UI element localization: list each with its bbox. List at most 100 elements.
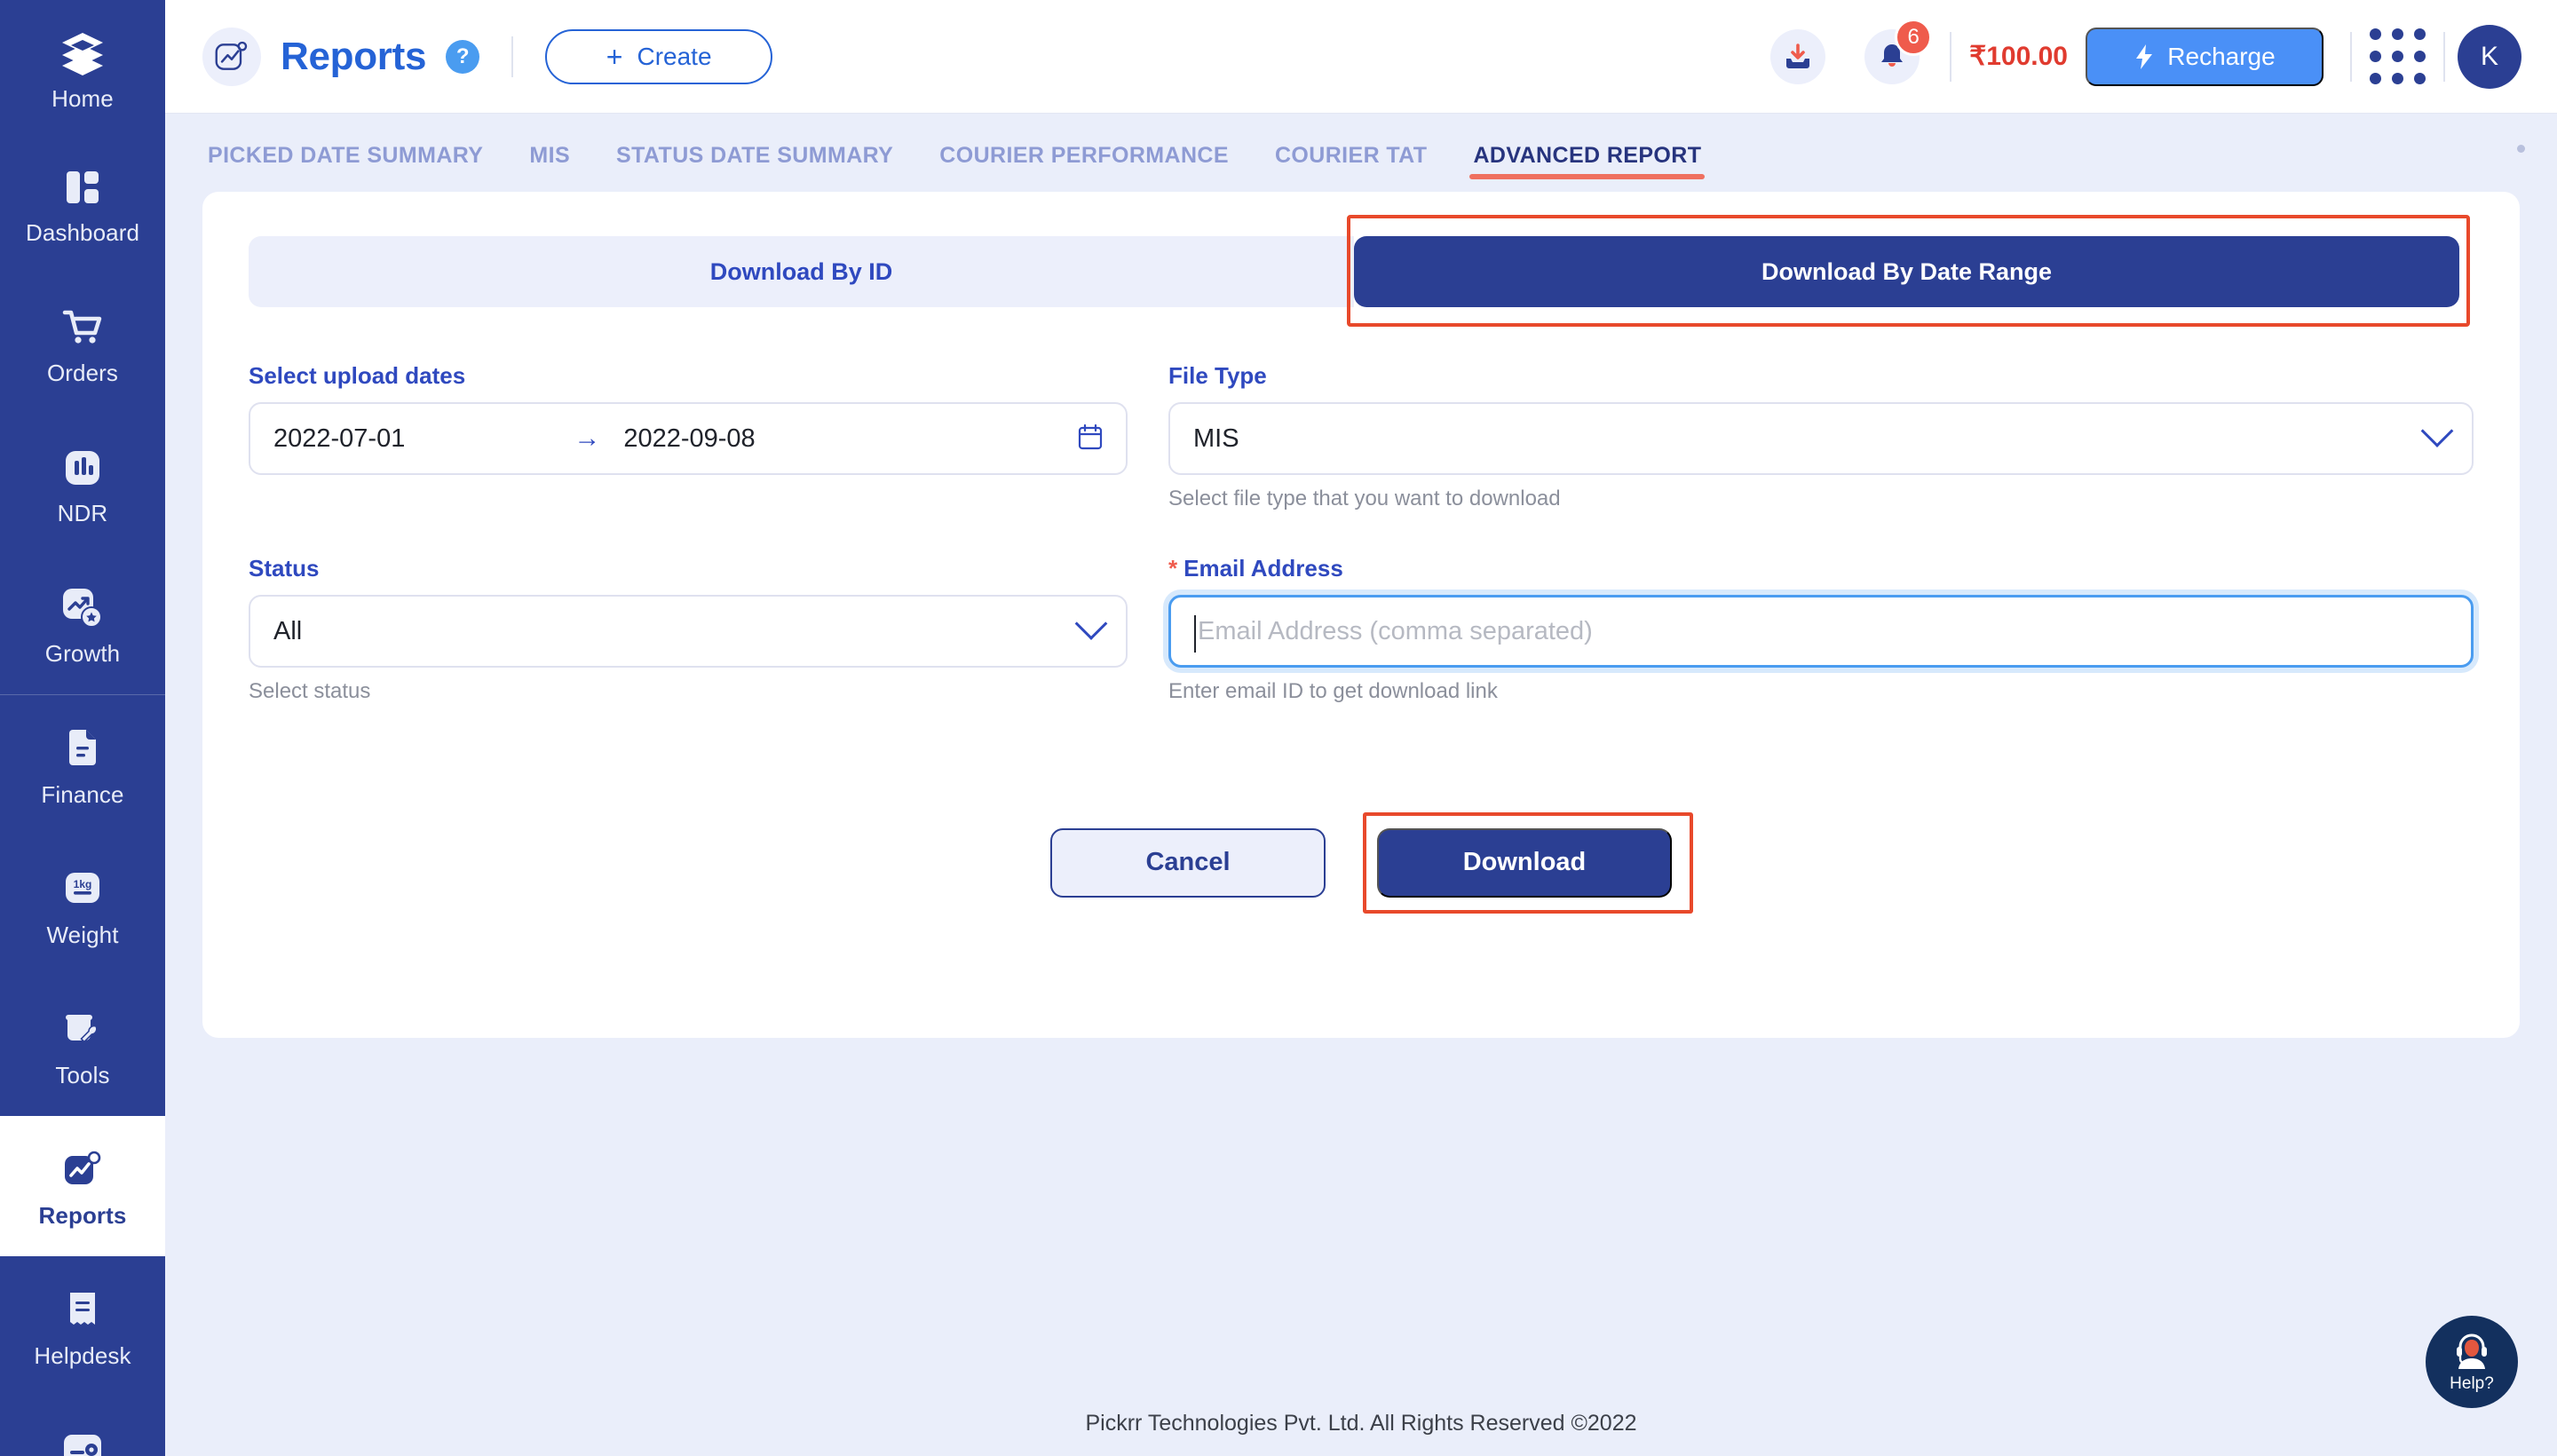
tabs-scroll-indicator — [2517, 145, 2525, 153]
chevron-down-icon — [2420, 415, 2454, 447]
sidebar-item-reports[interactable]: Reports — [0, 1116, 165, 1256]
file-type-helper: Select file type that you want to downlo… — [1168, 487, 1561, 510]
file-type-value: MIS — [1193, 423, 1239, 453]
sidebar-item-home[interactable]: Home — [0, 0, 165, 133]
sidebar: Home Dashboard Orders NDR Growth Finance… — [0, 0, 165, 1456]
download-inbox-icon[interactable] — [1770, 28, 1826, 84]
topbar-right-group: 6 ₹100.00 Recharge K — [1770, 18, 2521, 89]
topbar-divider — [2443, 31, 2445, 82]
sidebar-item-label: Growth — [44, 640, 121, 667]
tab-mis[interactable]: MIS — [506, 145, 593, 179]
wallet-balance: ₹100.00 — [1969, 42, 2068, 71]
sidebar-item-label: Tools — [55, 1062, 110, 1088]
notifications-group: 6 — [1864, 18, 1933, 84]
field-status: Status All Select status — [249, 557, 1128, 703]
create-button[interactable]: + Create — [545, 28, 773, 84]
sidebar-item-wallet-partial[interactable] — [0, 1397, 165, 1456]
download-by-date-range-tab[interactable]: Download By Date Range — [1354, 236, 2459, 307]
date-range-picker[interactable]: 2022-07-01 → 2022-09-08 — [249, 402, 1128, 475]
sidebar-item-finance[interactable]: Finance — [0, 695, 165, 835]
top-bar: Reports ? + Create 6 ₹100.00 Recharge K — [165, 0, 2557, 114]
status-select[interactable]: All — [249, 595, 1128, 669]
topbar-divider — [1950, 31, 1952, 82]
calendar-icon[interactable] — [1078, 423, 1103, 455]
sidebar-item-label: Home — [51, 85, 114, 112]
tools-wrench-icon — [58, 1005, 107, 1055]
text-caret — [1194, 615, 1196, 653]
help-widget-button[interactable]: Help? — [2426, 1316, 2518, 1408]
download-mode-toggle: Download By ID Download By Date Range — [249, 215, 2470, 327]
sidebar-item-label: Orders — [46, 360, 119, 386]
email-address-label: * Email Address — [1168, 557, 2474, 580]
chevron-down-icon — [1074, 607, 1108, 641]
required-asterisk: * — [1168, 555, 1178, 582]
topbar-left-group: Reports ? + Create — [202, 27, 773, 86]
tab-courier-performance[interactable]: COURIER PERFORMANCE — [916, 145, 1252, 179]
document-icon — [58, 724, 107, 774]
email-address-helper: Enter email ID to get download link — [1168, 679, 1498, 704]
avatar[interactable]: K — [2458, 24, 2521, 89]
dashboard-icon — [58, 162, 107, 212]
date-start-value[interactable]: 2022-07-01 — [273, 424, 405, 454]
footer-copyright: Pickrr Technologies Pvt. Ltd. All Rights… — [1085, 1411, 1637, 1436]
app-root: Home Dashboard Orders NDR Growth Finance… — [0, 0, 2557, 1456]
weight-1kg-icon: 1kg — [58, 865, 107, 914]
sidebar-item-label: Reports — [38, 1202, 127, 1229]
recharge-button-label: Recharge — [2167, 42, 2276, 70]
date-end-value[interactable]: 2022-09-08 — [623, 424, 755, 454]
download-button[interactable]: Download — [1377, 827, 1672, 898]
field-file-type: File Type MIS Select file type that you … — [1168, 364, 2474, 510]
create-button-label: Create — [637, 42, 712, 70]
sidebar-item-orders[interactable]: Orders — [0, 273, 165, 414]
sidebar-item-tools[interactable]: Tools — [0, 976, 165, 1116]
bolt-icon — [2136, 44, 2153, 69]
sidebar-item-dashboard[interactable]: Dashboard — [0, 133, 165, 273]
page-reports-icon — [202, 27, 261, 86]
field-email-address: * Email Address Email Address (comma sepa… — [1168, 557, 2474, 703]
file-type-select[interactable]: MIS — [1168, 402, 2474, 475]
tab-picked-date-summary[interactable]: PICKED DATE SUMMARY — [202, 145, 506, 179]
form-fields-grid: Select upload dates 2022-07-01 → 2022-09… — [249, 364, 2474, 704]
report-tabs: PICKED DATE SUMMARY MIS STATUS DATE SUMM… — [165, 114, 2557, 179]
sidebar-item-label: Finance — [41, 781, 124, 808]
bar-chart-icon — [58, 443, 107, 493]
apps-grid-icon[interactable] — [2370, 28, 2426, 84]
sidebar-item-label: NDR — [57, 500, 108, 526]
content-area: Download By ID Download By Date Range Se… — [165, 179, 2557, 1456]
form-actions: Cancel Download — [249, 811, 2474, 914]
sidebar-item-label: Dashboard — [25, 219, 140, 246]
sidebar-item-label: Helpdesk — [34, 1342, 131, 1369]
page-title: Reports — [281, 34, 427, 78]
cancel-button[interactable]: Cancel — [1050, 827, 1326, 898]
status-helper: Select status — [249, 679, 371, 704]
email-address-placeholder: Email Address (comma separated) — [1198, 616, 1593, 645]
cart-icon — [58, 303, 107, 352]
headset-support-icon — [2450, 1332, 2494, 1373]
help-widget-label: Help? — [2450, 1374, 2494, 1393]
sidebar-item-growth[interactable]: Growth — [0, 554, 165, 694]
svg-text:1kg: 1kg — [74, 878, 92, 890]
email-address-label-text: Email Address — [1184, 555, 1343, 582]
upload-dates-label: Select upload dates — [249, 362, 466, 389]
sidebar-item-label: Weight — [46, 922, 119, 948]
sidebar-item-weight[interactable]: 1kg Weight — [0, 835, 165, 976]
status-value: All — [273, 616, 303, 645]
recharge-button[interactable]: Recharge — [2086, 27, 2323, 86]
sidebar-item-helpdesk[interactable]: Helpdesk — [0, 1256, 165, 1397]
status-label: Status — [249, 555, 320, 582]
wallet-icon — [58, 1425, 107, 1456]
download-by-id-tab[interactable]: Download By ID — [249, 236, 1354, 307]
tab-advanced-report[interactable]: ADVANCED REPORT — [1450, 145, 1724, 179]
sidebar-item-ndr[interactable]: NDR — [0, 414, 165, 554]
plus-icon: + — [606, 40, 623, 73]
tab-status-date-summary[interactable]: STATUS DATE SUMMARY — [593, 145, 916, 179]
growth-star-icon — [58, 583, 107, 633]
receipt-icon — [58, 1286, 107, 1335]
file-type-label: File Type — [1168, 362, 1267, 389]
email-address-input[interactable]: Email Address (comma separated) — [1168, 595, 2474, 669]
advanced-report-form-card: Download By ID Download By Date Range Se… — [202, 192, 2520, 1038]
tab-courier-tat[interactable]: COURIER TAT — [1252, 145, 1451, 179]
help-question-icon[interactable]: ? — [446, 39, 480, 74]
topbar-divider — [2350, 31, 2352, 82]
field-upload-dates: Select upload dates 2022-07-01 → 2022-09… — [249, 364, 1128, 510]
